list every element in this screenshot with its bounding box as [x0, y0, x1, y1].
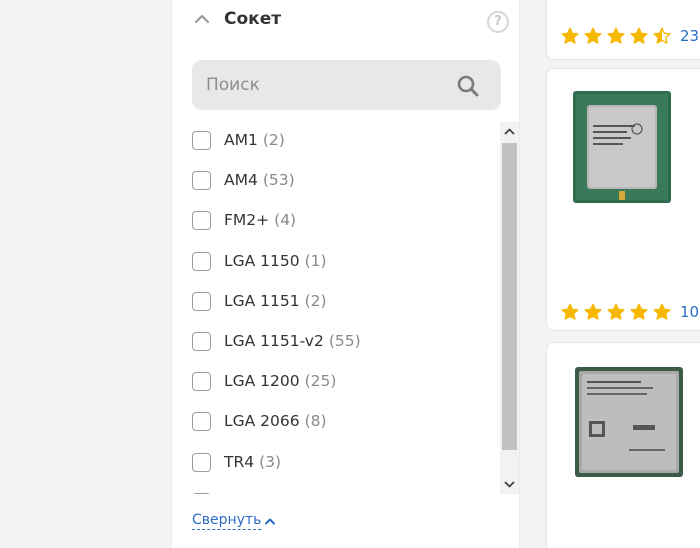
- option-label: AM4 (53): [224, 171, 295, 189]
- scroll-up-arrow-icon[interactable]: [500, 122, 519, 141]
- product-image[interactable]: [575, 367, 683, 477]
- star-icon: [630, 27, 648, 44]
- option-checkbox[interactable]: [192, 211, 211, 231]
- socket-option[interactable]: LGA 1200 (25): [190, 361, 490, 401]
- option-name: AM4: [224, 171, 258, 190]
- scroll-thumb[interactable]: [502, 143, 517, 450]
- option-label: FM2+ (4): [224, 211, 296, 229]
- option-label: AM1 (2): [224, 131, 285, 149]
- option-name: TR4: [224, 452, 255, 471]
- star-icon: [607, 303, 625, 320]
- socket-option[interactable]: FM2+ (4): [190, 200, 490, 240]
- option-checkbox[interactable]: [192, 171, 211, 191]
- collapse-link[interactable]: Свернуть: [192, 512, 262, 530]
- socket-option[interactable]: LGA 2066 (8): [190, 401, 490, 441]
- filter-title: Сокет: [224, 9, 282, 29]
- option-name: LGA 1151-v2: [224, 332, 324, 350]
- socket-option[interactable]: TR4 (3): [190, 442, 490, 482]
- option-count: (3): [259, 452, 282, 471]
- option-checkbox[interactable]: [192, 251, 211, 271]
- option-checkbox[interactable]: [192, 131, 211, 150]
- product-card[interactable]: 10: [546, 68, 700, 331]
- product-card[interactable]: [546, 342, 700, 548]
- filter-header[interactable]: Сокет ?: [172, 0, 519, 42]
- socket-option[interactable]: AM4 (53): [190, 160, 490, 200]
- product-rating: 23: [561, 27, 699, 45]
- option-label: LGA 1151 (2): [224, 292, 327, 310]
- option-name: LGA 1150: [224, 251, 300, 270]
- option-name: LGA 2066: [224, 412, 300, 431]
- star-icon: [584, 27, 602, 44]
- chevron-up-icon[interactable]: [264, 516, 276, 526]
- option-label: LGA 1151-v2 (55): [224, 332, 361, 350]
- option-count: (1): [304, 251, 327, 270]
- option-count: (2): [262, 131, 285, 149]
- option-count: (25): [304, 372, 337, 391]
- option-count: (2): [304, 291, 327, 310]
- search-input[interactable]: [192, 60, 452, 110]
- option-label: LGA 2066 (8): [224, 412, 327, 430]
- socket-option[interactable]: [190, 482, 490, 494]
- search-icon[interactable]: [456, 74, 480, 98]
- option-name: LGA 1151: [224, 291, 300, 310]
- option-checkbox[interactable]: [192, 291, 211, 311]
- option-label: LGA 1150 (1): [224, 252, 327, 270]
- socket-option[interactable]: LGA 1151 (2): [190, 281, 490, 321]
- option-checkbox[interactable]: [192, 412, 211, 432]
- scroll-down-arrow-icon[interactable]: [500, 475, 519, 494]
- option-name: LGA 1200: [224, 372, 300, 391]
- star-icon: [653, 303, 671, 320]
- option-name: AM1: [224, 131, 258, 149]
- option-count: (8): [304, 412, 327, 431]
- option-label: LGA 1200 (25): [224, 372, 336, 390]
- socket-option[interactable]: LGA 1150 (1): [190, 241, 490, 281]
- help-icon[interactable]: ?: [487, 11, 509, 33]
- chevron-up-icon[interactable]: [194, 12, 210, 26]
- star-icon: [561, 27, 579, 44]
- search-box: [192, 60, 501, 110]
- star-icon: [584, 303, 602, 320]
- option-checkbox[interactable]: [192, 332, 211, 351]
- product-rating: 10: [561, 303, 699, 321]
- socket-filter-panel: Сокет ? AM1(2)AM4(53)FM2+(4)LGA 1150(1)L…: [171, 0, 520, 548]
- option-name: FM2+: [224, 211, 270, 230]
- scroll-track[interactable]: [500, 141, 519, 475]
- option-count: (4): [274, 211, 297, 230]
- star-icon: [607, 27, 625, 44]
- option-checkbox[interactable]: [192, 492, 211, 494]
- star-icon: [561, 303, 579, 320]
- option-label: TR4 (3): [224, 453, 281, 471]
- option-checkbox[interactable]: [192, 452, 211, 472]
- option-checkbox[interactable]: [192, 372, 211, 392]
- options-scrollbar[interactable]: [500, 122, 519, 494]
- option-count: (53): [262, 171, 295, 190]
- review-count[interactable]: 10: [680, 303, 699, 321]
- option-count: (55): [328, 332, 361, 350]
- review-count[interactable]: 23: [680, 27, 699, 45]
- options-list: AM1 (2) AM4 (53) FM2+ (4) LGA 1150 (1) LGA 1151(…: [190, 120, 520, 494]
- socket-option[interactable]: LGA 1151-v2 (55): [190, 321, 490, 361]
- product-image[interactable]: [573, 91, 671, 203]
- product-card[interactable]: 23: [546, 0, 700, 60]
- socket-option[interactable]: AM1 (2): [190, 120, 490, 160]
- star-icon: [630, 303, 648, 320]
- star-icon: [653, 27, 671, 44]
